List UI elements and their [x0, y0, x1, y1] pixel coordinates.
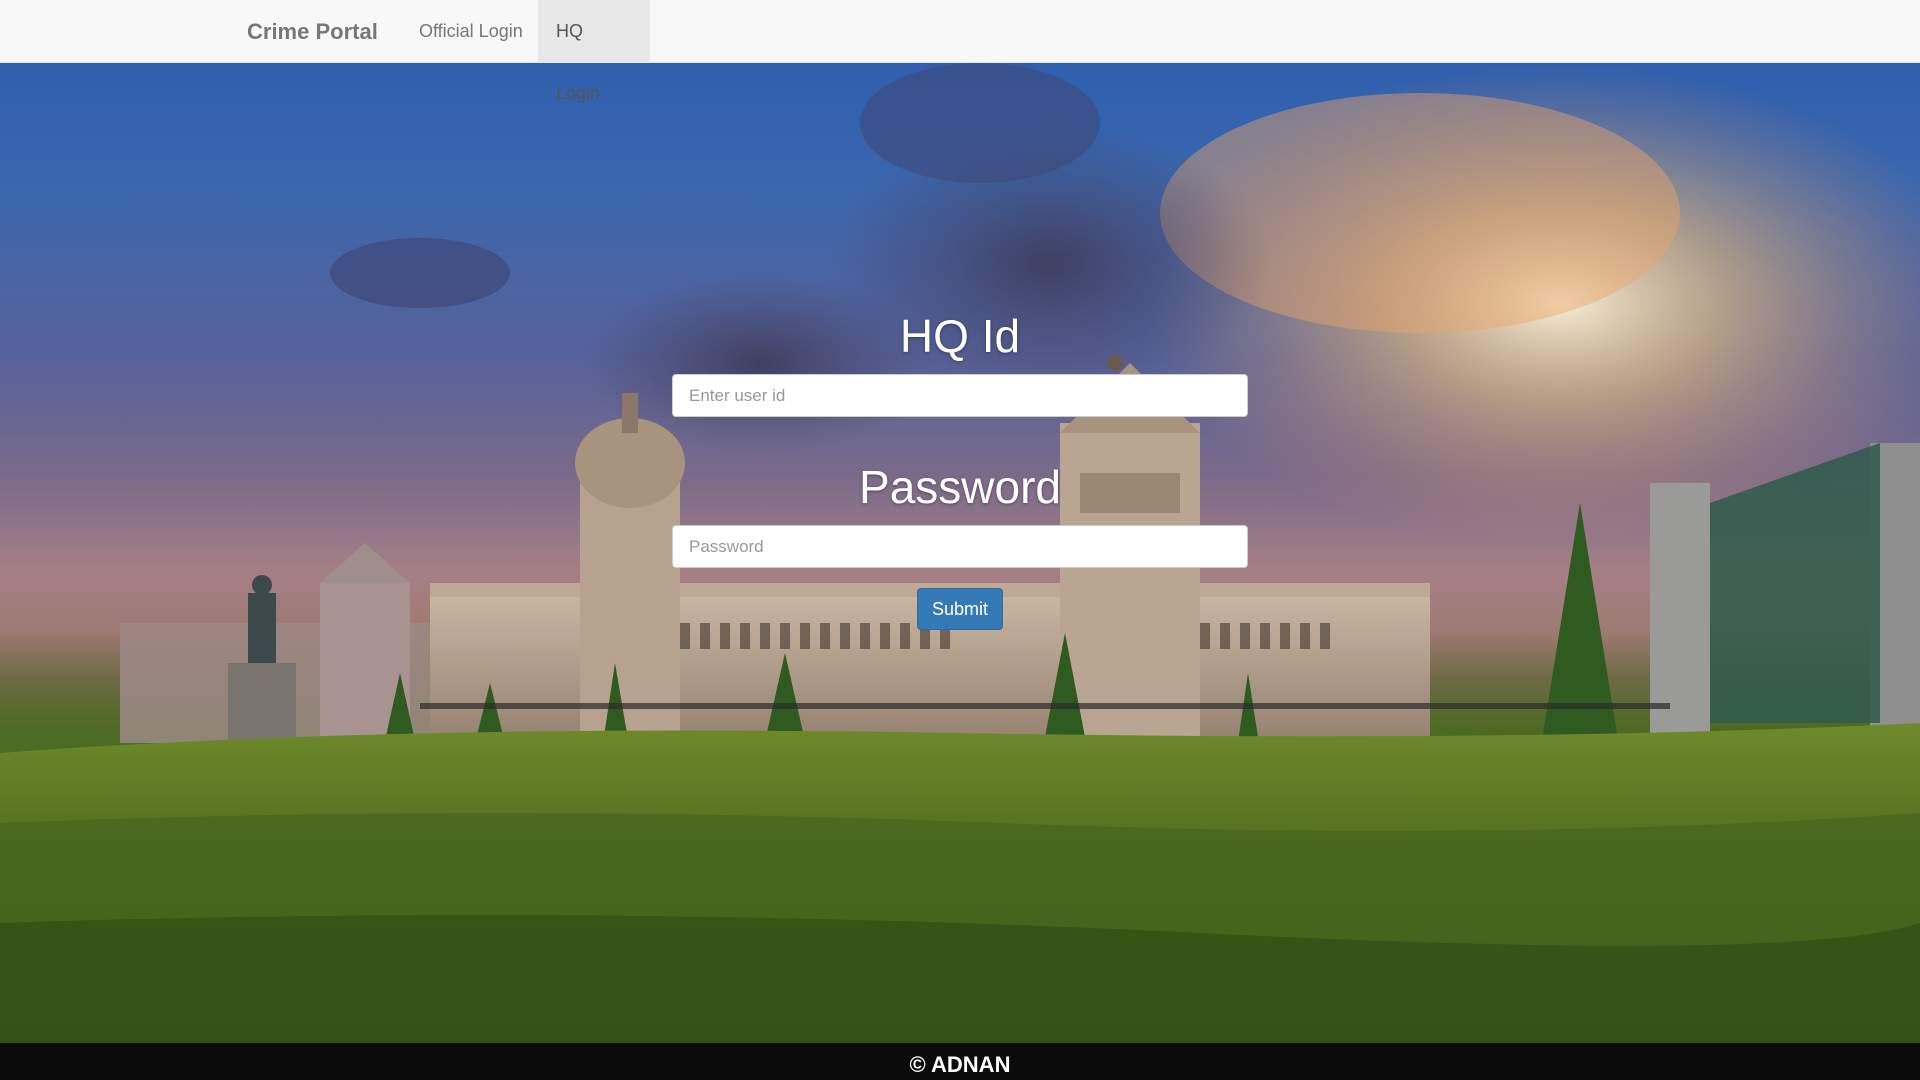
- userid-title: HQ Id: [899, 310, 1021, 362]
- submit-button[interactable]: Submit: [917, 588, 1003, 630]
- footer: © ADNAN: [0, 1043, 1920, 1080]
- page: Crime Portal Official Login HQ Login HQ …: [0, 0, 1920, 1080]
- nav-official-login[interactable]: Official Login: [401, 0, 541, 62]
- password-title: Password: [859, 461, 1061, 513]
- brand-link[interactable]: Crime Portal: [247, 0, 378, 63]
- userid-input[interactable]: [672, 374, 1248, 417]
- nav-hq-login[interactable]: HQ Login: [538, 0, 650, 103]
- top-navbar: Crime Portal Official Login HQ Login: [0, 0, 1920, 103]
- password-input[interactable]: [672, 525, 1248, 568]
- hq-login-form: HQ Id Password Submit: [672, 300, 1248, 630]
- footer-copyright: © ADNAN: [909, 1052, 1011, 1077]
